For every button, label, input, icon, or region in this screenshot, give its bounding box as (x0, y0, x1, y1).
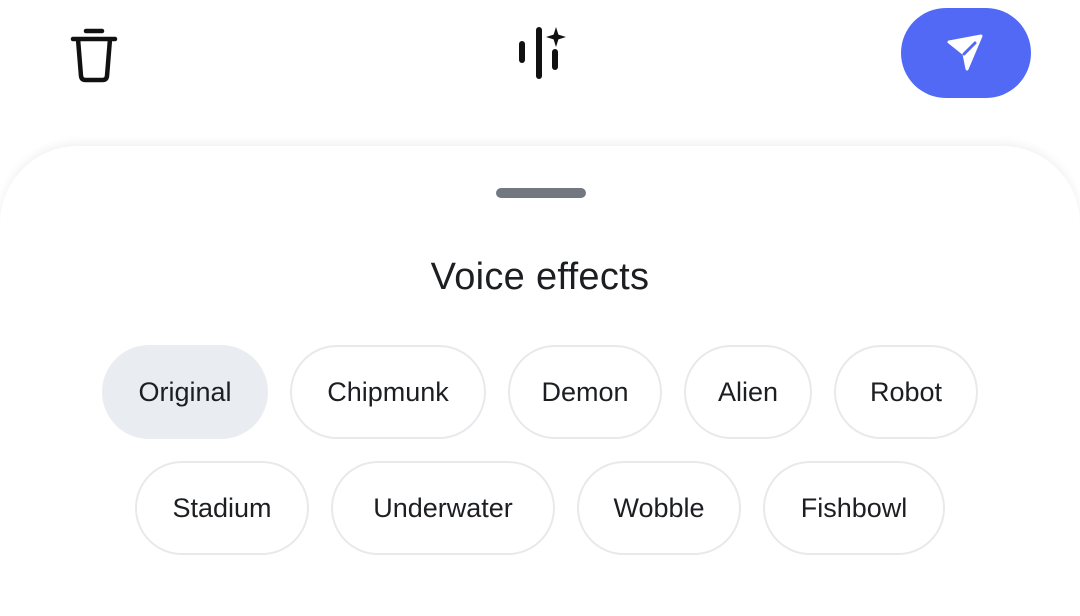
send-arrow-icon (947, 34, 983, 71)
effects-row-1: Original Chipmunk Demon Alien Robot (0, 345, 1080, 439)
effect-chip-original[interactable]: Original (102, 345, 268, 439)
effect-chip-wobble[interactable]: Wobble (577, 461, 741, 555)
trash-icon (70, 28, 118, 83)
top-toolbar (0, 0, 1080, 130)
effect-chip-chipmunk[interactable]: Chipmunk (290, 345, 486, 439)
delete-button[interactable] (62, 22, 126, 86)
sheet-drag-handle[interactable] (496, 188, 586, 198)
effect-chip-robot[interactable]: Robot (834, 345, 978, 439)
voice-effects-sheet: Voice effects Original Chipmunk Demon Al… (0, 146, 1080, 616)
effect-chip-demon[interactable]: Demon (508, 345, 662, 439)
effects-row-2: Stadium Underwater Wobble Fishbowl (0, 461, 1080, 555)
effect-chip-stadium[interactable]: Stadium (135, 461, 309, 555)
effect-chip-alien[interactable]: Alien (684, 345, 812, 439)
effect-chip-fishbowl[interactable]: Fishbowl (763, 461, 945, 555)
send-button[interactable] (901, 8, 1031, 98)
voice-effects-sparkle-icon (519, 27, 566, 79)
sheet-title: Voice effects (430, 256, 650, 298)
effect-chip-underwater[interactable]: Underwater (331, 461, 555, 555)
voice-effects-button[interactable] (506, 20, 574, 84)
